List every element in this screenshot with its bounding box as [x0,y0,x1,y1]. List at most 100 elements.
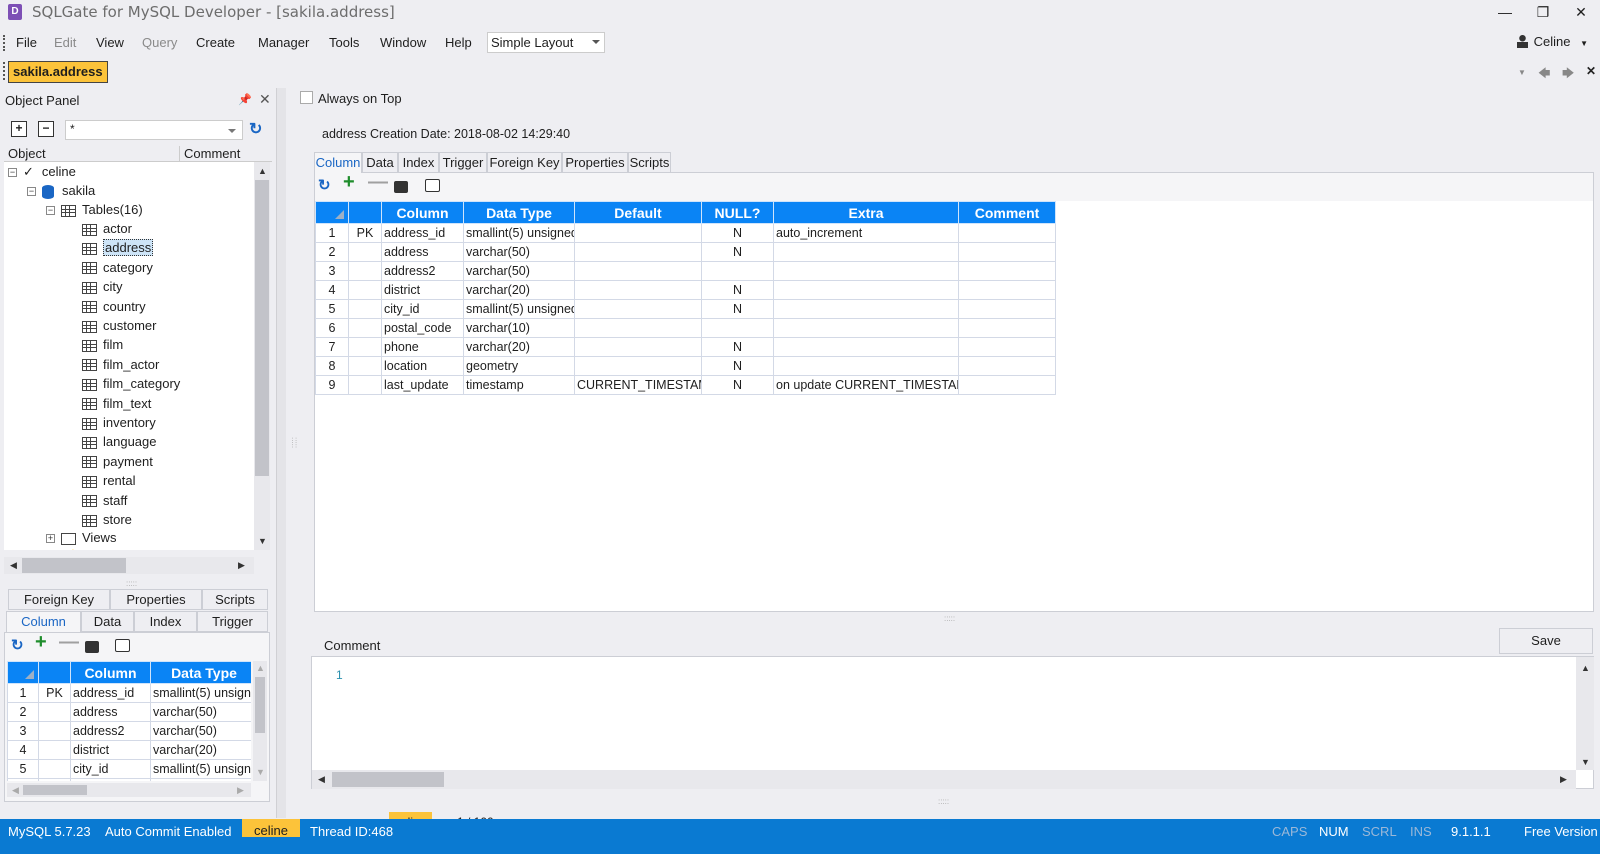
grid-cell[interactable]: geometry [463,356,575,376]
menu-view[interactable]: View [96,35,124,50]
grid-cell[interactable]: on update CURRENT_TIMESTAMP [773,375,959,395]
grid-cell[interactable]: district [70,740,151,760]
panel-splitter[interactable] [276,88,286,818]
grid-cell[interactable]: 5 [315,299,349,319]
editor-vertical-scrollbar[interactable]: ▲ ▼ [1576,657,1594,770]
refresh-icon[interactable]: ↻ [11,636,24,654]
main-tab-trigger[interactable]: Trigger [439,152,487,173]
grid-cell[interactable] [348,337,382,357]
grid-header-column[interactable]: Column [70,661,151,684]
grid-cell[interactable]: auto_increment [773,223,959,243]
comment-icon[interactable] [115,639,130,652]
tree-node-table[interactable]: staff [82,493,127,512]
table-row[interactable]: 2 address varchar(50) N [315,242,1056,262]
always-on-top-checkbox[interactable] [300,91,313,104]
tree-vertical-scrollbar[interactable]: ▲ ▼ [254,162,270,550]
grid-cell[interactable] [958,261,1056,281]
grid-cell[interactable] [958,318,1056,338]
menu-create[interactable]: Create [196,35,235,50]
scroll-up-icon[interactable]: ▲ [1581,663,1590,673]
grid-cell[interactable] [348,242,382,262]
grid-cell[interactable]: N [701,223,774,243]
minimize-button[interactable]: — [1490,2,1520,22]
scroll-right-icon[interactable]: ▶ [1560,774,1567,785]
menu-file[interactable]: File [16,35,37,50]
tree-node-table[interactable]: language [82,434,157,453]
scroll-thumb[interactable] [22,558,126,573]
scroll-up-icon[interactable]: ▲ [256,663,265,673]
table-row[interactable]: 1 PK address_id smallint(5) unsigne [7,683,251,703]
grid-cell[interactable]: 2 [7,702,39,722]
grid-header-default[interactable]: Default [574,201,702,224]
refresh-icon[interactable]: ↻ [249,119,262,139]
grid-cell[interactable] [958,299,1056,319]
table-row[interactable]: 7 phone varchar(20) N [315,337,1056,357]
grid-cell[interactable]: address_id [381,223,464,243]
print-icon[interactable] [394,181,408,193]
grid-cell[interactable]: smallint(5) unsigned [463,223,575,243]
scroll-thumb[interactable] [255,677,265,733]
table-row[interactable]: 6 postal_codevarchar(10) [315,318,1056,338]
grid-cell[interactable] [574,280,702,300]
grid-cell[interactable]: varchar(10) [150,778,251,781]
grid-cell[interactable] [348,318,382,338]
scroll-down-icon[interactable]: ▼ [256,767,265,777]
grid-cell[interactable] [701,318,774,338]
main-tab-column[interactable]: Column [314,152,362,173]
tree-node-table[interactable]: actor [82,221,132,240]
tab-grip[interactable] [3,62,6,80]
grid-cell[interactable]: varchar(20) [463,337,575,357]
main-tab-scripts[interactable]: Scripts [628,152,671,173]
toolbar-grip[interactable] [3,35,6,51]
grid-cell[interactable]: 4 [7,740,39,760]
grid-cell[interactable]: location [381,356,464,376]
table-row[interactable]: 1 PK address_id smallint(5) unsigned Nauto_i… [315,223,1056,243]
main-tab-data[interactable]: Data [362,152,398,173]
grid-cell[interactable] [348,261,382,281]
grid-cell[interactable] [38,721,71,741]
tree-node-table[interactable]: category [82,260,153,279]
table-row[interactable]: 2 address varchar(50) [7,702,251,722]
table-row[interactable]: 4 district varchar(20) N [315,280,1056,300]
tab-list-chevron-icon[interactable]: ▼ [1518,68,1526,77]
pin-icon[interactable]: 📌 [238,93,252,106]
grid-cell[interactable]: postal_code [70,778,151,781]
collapse-all-icon[interactable]: − [38,121,54,137]
grid-cell[interactable] [773,261,959,281]
grid-cell[interactable] [38,702,71,722]
tree-node-triggers[interactable]: +⚡Triggers [46,549,132,550]
tree-node-connection[interactable]: − ✓ celine [8,164,76,183]
grid-cell[interactable]: 1 [315,223,349,243]
scroll-left-icon[interactable]: ◀ [12,785,19,796]
grid-cell[interactable]: 3 [7,721,39,741]
splitter-handle[interactable]: ::::: [944,614,955,623]
save-button[interactable]: Save [1499,628,1593,654]
expand-all-icon[interactable]: + [11,121,27,137]
nav-forward-icon[interactable]: 🡆 [1562,64,1574,85]
grid-cell[interactable] [958,242,1056,262]
grid-cell[interactable]: varchar(50) [150,721,251,741]
grid-cell[interactable]: address_id [70,683,151,703]
grid-cell[interactable] [574,223,702,243]
grid-cell[interactable]: varchar(50) [463,261,575,281]
tree-node-tables[interactable]: − Tables(16) [46,202,143,221]
grid-cell[interactable]: address [381,242,464,262]
table-row[interactable]: 9 last_updatetimestampCURRENT_TIMESTAMPNo… [315,375,1056,395]
grid-cell[interactable]: address [70,702,151,722]
grid-cell[interactable] [574,318,702,338]
scroll-right-icon[interactable]: ▶ [237,785,244,796]
expand-toggle-icon[interactable]: + [46,534,55,544]
grid-cell[interactable]: last_update [381,375,464,395]
grid-header-key[interactable] [348,201,382,224]
grid-cell[interactable] [958,337,1056,357]
grid-cell[interactable] [574,261,702,281]
comment-editor[interactable]: 1 ▲ ▼ ◀ ▶ [311,656,1594,789]
menu-query[interactable]: Query [142,35,177,50]
grid-cell[interactable]: 8 [315,356,349,376]
tree-node-table[interactable]: film_actor [82,357,159,376]
table-row[interactable]: 6 postal_codevarchar(10) [7,778,251,781]
grid-cell[interactable]: N [701,299,774,319]
editor-horizontal-scrollbar[interactable]: ◀ ▶ [312,770,1576,789]
table-row[interactable]: 5 city_id smallint(5) unsigne [7,759,251,779]
grid-cell[interactable]: 3 [315,261,349,281]
